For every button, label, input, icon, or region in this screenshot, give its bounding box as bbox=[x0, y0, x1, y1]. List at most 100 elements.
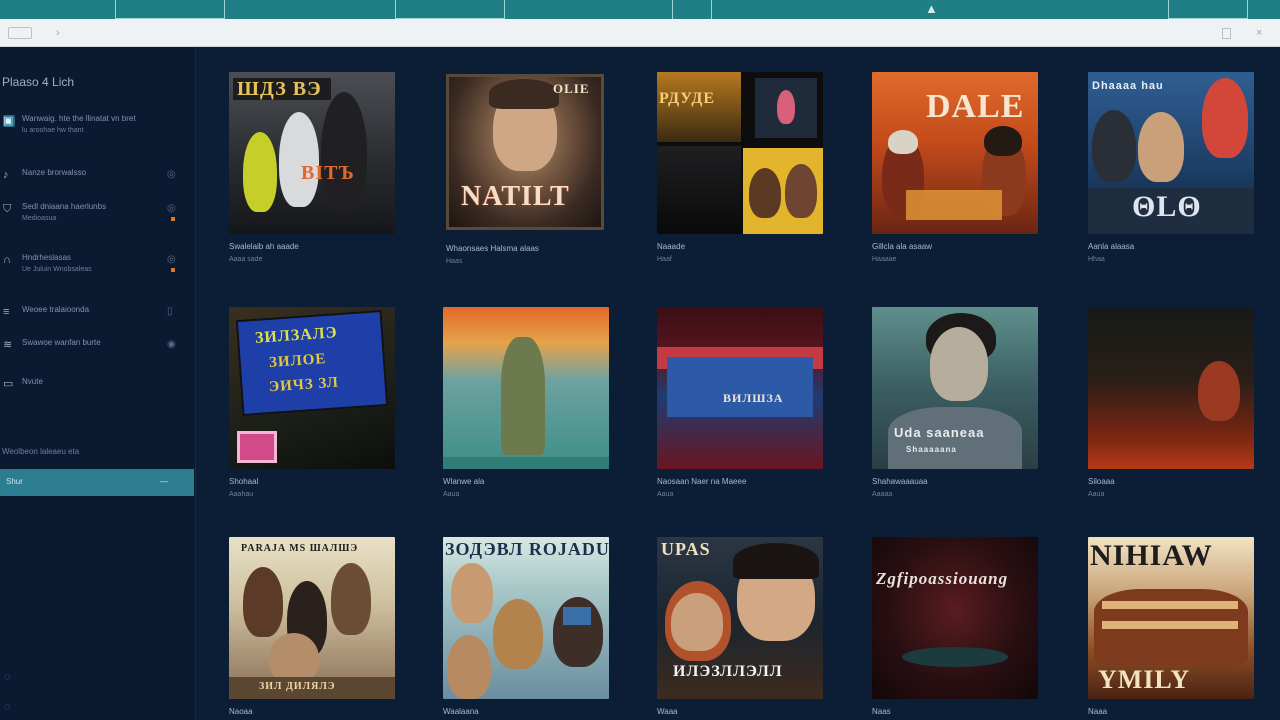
sidebar-item-label: Nanze brorwalsso bbox=[22, 168, 87, 177]
sidebar-item-playlist[interactable]: ≡ Weoee tralaioonda ▯ bbox=[0, 304, 196, 334]
banner-decoration bbox=[395, 0, 505, 19]
album-cover[interactable] bbox=[1088, 307, 1254, 469]
sidebar-item-headphones[interactable]: ∩ Hndrheslasas Ue Juluin Wnobsaleas ◎ bbox=[0, 252, 196, 282]
album-cover[interactable]: DALE bbox=[872, 72, 1038, 234]
sidebar-item-library[interactable]: ▣ Wanwaig. hte the llinatat vn bret lu a… bbox=[0, 113, 196, 143]
back-icon[interactable] bbox=[8, 27, 32, 39]
sidebar-item-label: Swawoe wanfan burte bbox=[22, 338, 101, 347]
album-cover[interactable]: ВИЛШЗА bbox=[657, 307, 823, 469]
top-banner: ▲ bbox=[0, 0, 1280, 19]
close-icon[interactable]: × bbox=[1256, 26, 1262, 40]
album-title: Shahawaaauaa bbox=[872, 477, 928, 486]
sidebar-item-label: Weoee tralaioonda bbox=[22, 305, 90, 314]
sidebar-item-sublabel: Medioasua bbox=[22, 215, 57, 222]
banner-decoration bbox=[672, 0, 712, 19]
cover-text: ВІТЪ bbox=[301, 162, 355, 184]
album-cover[interactable]: NIHIAW YMILY bbox=[1088, 537, 1254, 699]
cover-text: Zgfipoassiouang bbox=[876, 569, 1009, 588]
album-grid: ШДЗ ВЭ ВІТЪ Swalelaib ah aaade Aaaa sade… bbox=[198, 47, 1280, 720]
sidebar-item-action-icon[interactable]: ◎ bbox=[167, 254, 176, 265]
album-subtitle: Haaaae bbox=[872, 256, 897, 263]
radio-icon: ≋ bbox=[3, 339, 13, 351]
album-subtitle: Aaua bbox=[1088, 491, 1105, 498]
sidebar-item-action-icon[interactable]: ◎ bbox=[167, 203, 176, 214]
cover-text: РДУДЕ bbox=[659, 90, 716, 107]
album-cover[interactable]: ЗОДЭВЛ ROJADU bbox=[443, 537, 609, 699]
album-subtitle: Haas bbox=[446, 258, 463, 265]
banner-decoration bbox=[115, 0, 225, 19]
sidebar-item-action-icon[interactable]: ◉ bbox=[167, 339, 176, 350]
sidebar-item-tv[interactable]: ▭ Nvute bbox=[0, 376, 196, 406]
album-cover[interactable]: Uda saaneaa Shaaaaana bbox=[872, 307, 1038, 469]
cover-text: PARAJA MS ШАЛШЭ bbox=[241, 543, 359, 554]
cover-text: OLIE bbox=[553, 81, 590, 96]
cover-text: ΘLΘ bbox=[1132, 190, 1202, 223]
album-title: Naoaa bbox=[229, 707, 253, 716]
cover-text: Dhaaaa hau bbox=[1092, 80, 1164, 92]
sidebar-item-label: Sedl dniaana haerlunbs bbox=[22, 202, 107, 211]
cover-text: ЗОДЭВЛ ROJADU bbox=[445, 539, 609, 559]
cover-text: Shaaaaana bbox=[906, 445, 957, 454]
sidebar-item-radio[interactable]: ≋ Swawoe wanfan burte ◉ bbox=[0, 337, 196, 367]
album-subtitle: Aaahau bbox=[229, 491, 254, 498]
sidebar-item-music[interactable]: ♪ Nanze brorwalsso ◎ bbox=[0, 167, 196, 197]
window-toolbar: › × bbox=[0, 19, 1280, 47]
album-title: Naaade bbox=[657, 242, 686, 251]
album-subtitle: Aaaa sade bbox=[229, 256, 263, 263]
album-cover[interactable]: UPAS ИЛЭЗЛЛЭЛЛ bbox=[657, 537, 823, 699]
album-title: Naaa bbox=[1088, 707, 1108, 716]
tv-icon: ▭ bbox=[3, 378, 14, 390]
settings-icon[interactable]: ◌ bbox=[4, 701, 11, 713]
cover-text: UPAS bbox=[661, 539, 711, 559]
minimize-icon[interactable] bbox=[1222, 28, 1231, 39]
sidebar-item-label: Wanwaig. hte the llinatat vn bret bbox=[22, 114, 136, 123]
sidebar-active-end: — bbox=[160, 477, 168, 486]
album-cover[interactable]: ШДЗ ВЭ ВІТЪ bbox=[229, 72, 395, 234]
album-title: Waaa bbox=[657, 707, 678, 716]
album-cover[interactable]: PARAJA MS ШАЛШЭ ЗИЛ ДИЛЯЛЭ bbox=[229, 537, 395, 699]
notification-dot bbox=[171, 268, 175, 272]
banner-decoration bbox=[1168, 0, 1248, 19]
album-cover[interactable]: ЗИЛЗАЛЭ ЗИЛОЕ ЭИЧЗ ЗЛ bbox=[229, 307, 395, 469]
headphones-icon: ∩ bbox=[3, 254, 11, 266]
sidebar-active-bar[interactable]: Shur — bbox=[0, 469, 194, 496]
album-subtitle: Aaua bbox=[657, 491, 674, 498]
sidebar-section-label: Weolbeon laleaeu eta bbox=[2, 447, 80, 456]
sidebar-item-action-icon[interactable]: ▯ bbox=[167, 306, 173, 317]
cover-text: ИЛЭЗЛЛЭЛЛ bbox=[673, 663, 783, 680]
sidebar-item-label: Nvute bbox=[22, 377, 43, 386]
notification-dot bbox=[171, 217, 175, 221]
music-icon: ♪ bbox=[3, 169, 9, 181]
album-cover[interactable]: Zgfipoassiouang bbox=[872, 537, 1038, 699]
album-cover[interactable]: Dhaaaa hau ΘLΘ bbox=[1088, 72, 1254, 234]
cover-text: ЗИЛ ДИЛЯЛЭ bbox=[259, 681, 336, 692]
album-cover[interactable]: РДУДЕ bbox=[657, 72, 823, 234]
sidebar-active-label: Shur bbox=[6, 477, 23, 486]
album-title: Whaonsaes Halsma alaas bbox=[446, 244, 539, 253]
sidebar-item-sublabel: lu aroohae hw thant bbox=[22, 127, 84, 134]
cover-text: ВИЛШЗА bbox=[723, 391, 784, 405]
album-title: Naas bbox=[872, 707, 891, 716]
sidebar-item-shield[interactable]: ⛉ Sedl dniaana haerlunbs Medioasua ◎ bbox=[0, 201, 196, 231]
sidebar-item-action-icon[interactable]: ◎ bbox=[167, 169, 176, 180]
cover-text: DALE bbox=[926, 88, 1025, 125]
album-title: Aanla alaasa bbox=[1088, 242, 1135, 251]
cover-text: Uda saaneaa bbox=[894, 425, 985, 440]
cover-text: NATILT bbox=[461, 181, 570, 212]
forward-icon[interactable]: › bbox=[56, 26, 60, 40]
sidebar-item-label: Hndrheslasas bbox=[22, 253, 71, 262]
cursor-icon: ▲ bbox=[925, 1, 938, 16]
album-subtitle: Aaaaa bbox=[872, 491, 893, 498]
cover-text: YMILY bbox=[1098, 665, 1191, 694]
album-title: Naosaan Naer na Maeee bbox=[657, 477, 747, 486]
help-icon[interactable]: ◌ bbox=[4, 671, 11, 683]
album-title: Shohaal bbox=[229, 477, 259, 486]
album-subtitle: Aaua bbox=[443, 491, 460, 498]
cover-text: NIHIAW bbox=[1090, 539, 1213, 572]
library-icon: ▣ bbox=[3, 115, 15, 127]
album-cover[interactable] bbox=[443, 307, 609, 469]
album-subtitle: Haaf bbox=[657, 256, 672, 263]
sidebar-item-sublabel: Ue Juluin Wnobsaleas bbox=[22, 266, 92, 273]
album-title: Swalelaib ah aaade bbox=[229, 242, 299, 251]
album-cover[interactable]: OLIE NATILT bbox=[446, 74, 604, 230]
